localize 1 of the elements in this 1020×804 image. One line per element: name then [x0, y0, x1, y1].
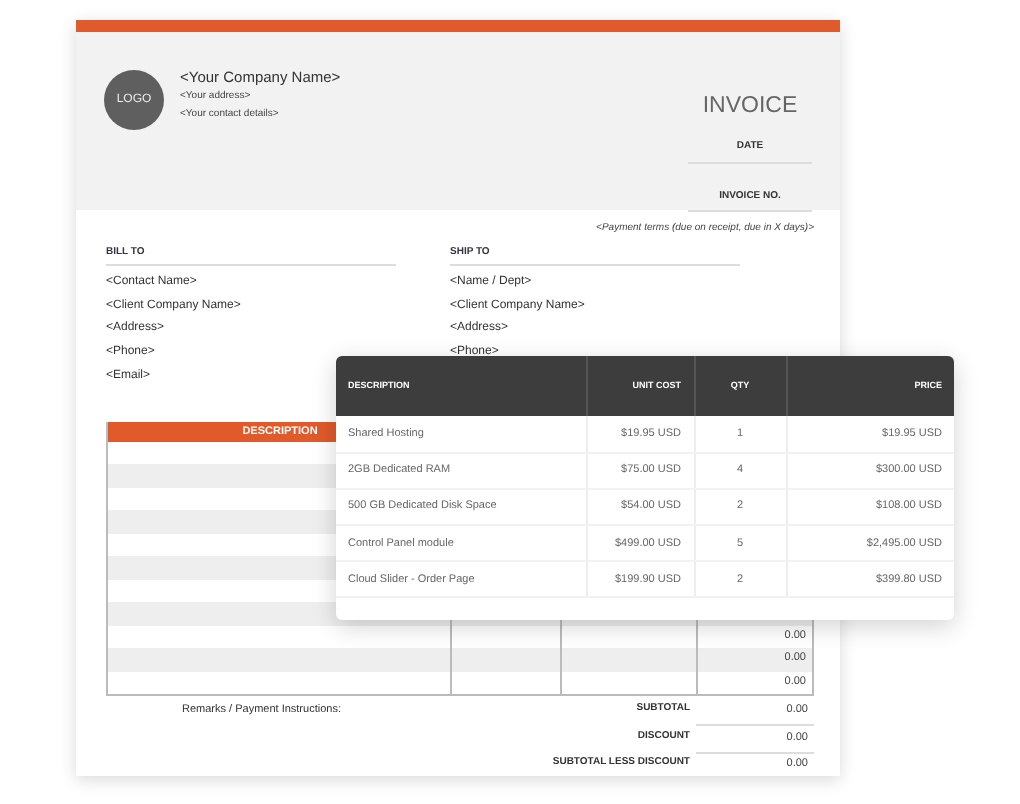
- invoice-title: INVOICE: [702, 92, 798, 122]
